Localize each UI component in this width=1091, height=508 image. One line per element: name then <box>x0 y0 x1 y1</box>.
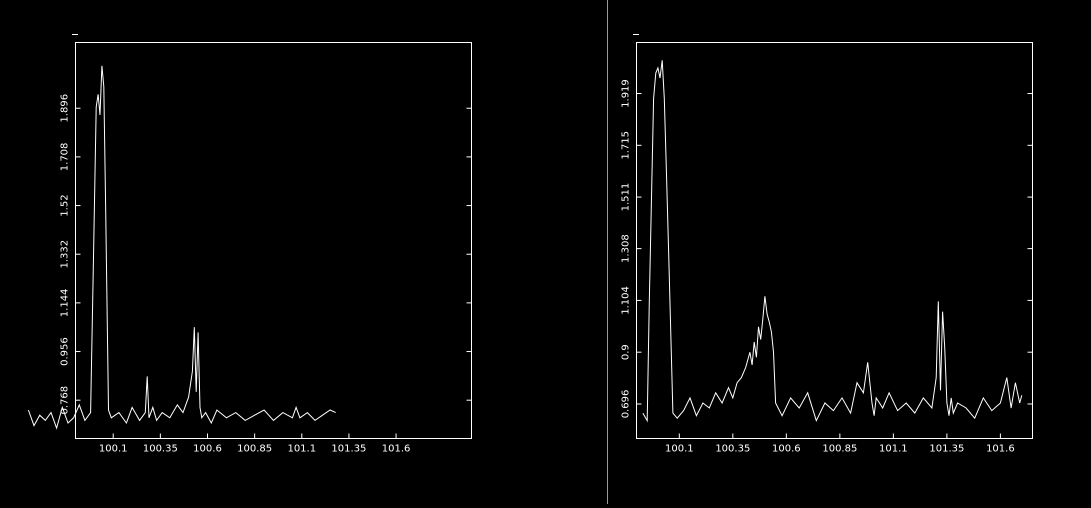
viewer: 100.1 100.35 100.6 100.85 101.1 101.35 101.6 0… <box>0 0 1091 504</box>
right-spectrum-chart: 100.1 100.35 100.6 100.85 101.1 101.35 101.6 0… <box>621 34 1033 455</box>
left-x-tick-label: 101.1 <box>287 444 316 455</box>
left-x-tick-label: 100.1 <box>99 444 128 455</box>
right-y-tick-label: 1.308 <box>621 234 632 263</box>
left-x-tick-label: 101.6 <box>382 444 411 455</box>
right-x-ticks: 100.1 100.35 100.6 100.85 101.1 101.35 101.6 <box>665 433 1015 455</box>
left-y-tick-label: 0.956 <box>60 337 71 366</box>
right-x-tick-label: 101.35 <box>929 444 964 455</box>
right-x-tick-label: 101.6 <box>986 444 1015 455</box>
right-plot-frame <box>636 42 1033 439</box>
right-y-tick-label: 1.511 <box>621 183 632 212</box>
left-spectrum-chart: 100.1 100.35 100.6 100.85 101.1 101.35 101.6 0… <box>27 34 472 455</box>
right-y-tick-label: 1.104 <box>621 286 632 315</box>
left-series <box>27 65 336 430</box>
left-y-tick-label: 1.708 <box>60 143 71 172</box>
left-y-ticks: 0.7680.9561.1441.3321.521.7081.896 <box>60 94 472 415</box>
right-spectrum-line <box>642 60 1023 423</box>
left-y-tick-label: 1.332 <box>60 240 71 269</box>
left-spectrum-line <box>27 65 336 430</box>
right-x-tick-label: 100.6 <box>772 444 801 455</box>
right-y-tick-label: 0.696 <box>621 390 632 419</box>
right-y-ticks: 0.696 0.9 1.104 1.308 1.511 1.715 1.919 <box>621 79 1033 418</box>
left-y-tick-label: 1.144 <box>60 289 71 318</box>
right-x-tick-label: 101.1 <box>879 444 908 455</box>
right-x-tick-label: 100.1 <box>665 444 694 455</box>
left-y-tick-label: 1.896 <box>60 94 71 123</box>
right-y-tick-label: 1.919 <box>621 79 632 108</box>
right-series <box>642 60 1023 423</box>
right-x-tick-label: 100.85 <box>822 444 857 455</box>
left-x-tick-label: 100.35 <box>143 444 178 455</box>
left-y-tick-label: 1.52 <box>60 194 71 216</box>
left-x-ticks: 100.1 100.35 100.6 100.85 101.1 101.35 101.6 <box>99 433 411 455</box>
left-x-tick-label: 100.6 <box>193 444 222 455</box>
right-x-tick-label: 100.35 <box>715 444 750 455</box>
left-plot-frame <box>75 42 472 439</box>
left-x-tick-label: 100.85 <box>237 444 272 455</box>
left-x-tick-label: 101.35 <box>331 444 366 455</box>
right-y-tick-label: 0.9 <box>621 344 632 360</box>
right-y-tick-label: 1.715 <box>621 131 632 160</box>
spectra-figure: 100.1 100.35 100.6 100.85 101.1 101.35 101.6 0… <box>27 0 1033 504</box>
